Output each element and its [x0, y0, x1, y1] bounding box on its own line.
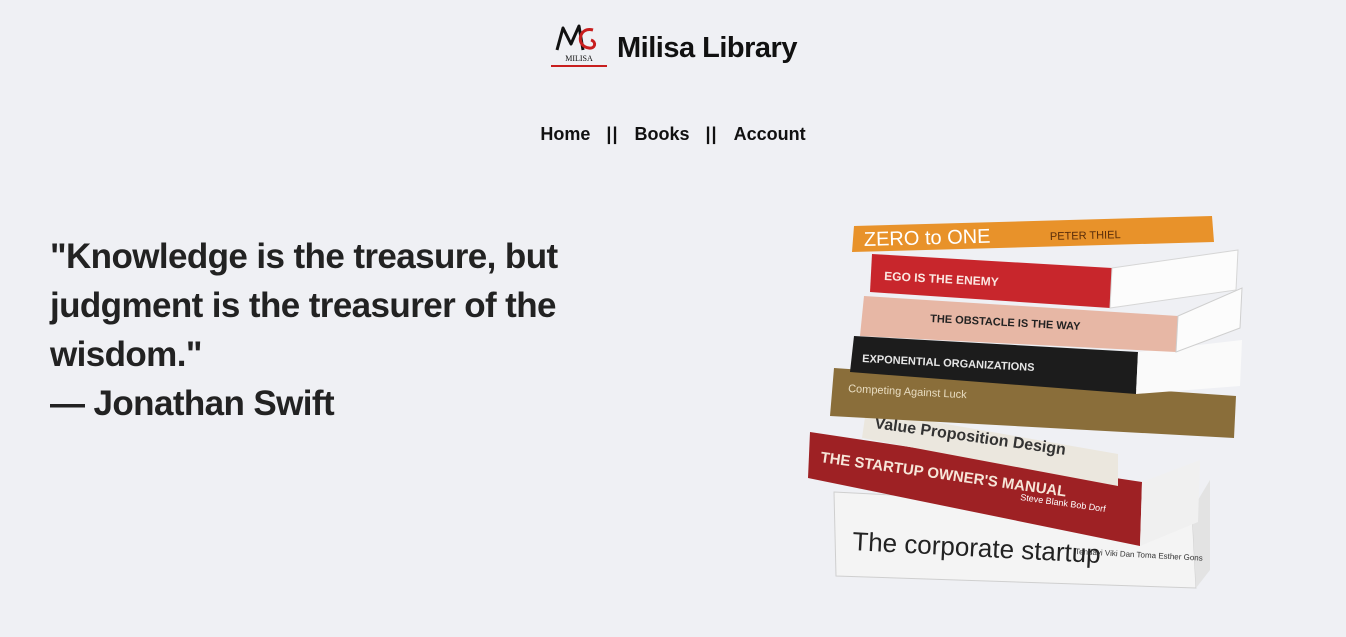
quote-text: "Knowledge is the treasure, but judgment…: [50, 237, 558, 374]
nav-separator: ||: [606, 124, 619, 144]
quote-author: — Jonathan Swift: [50, 384, 335, 423]
book-ego-is-the-enemy: EGO IS THE ENEMY: [870, 249, 1239, 309]
main-nav: Home || Books || Account: [0, 124, 1346, 145]
milisa-logo: MILISA: [551, 24, 608, 67]
book-stack-image: The corporate startup Tendayi Viki Dan T…: [808, 216, 1243, 589]
svg-text:MILISA: MILISA: [565, 54, 593, 63]
nav-separator: ||: [705, 124, 718, 144]
book-author: PETER THIEL: [1050, 229, 1121, 243]
site-header: MILISA Milisa Library: [0, 20, 1346, 72]
nav-account[interactable]: Account: [734, 124, 806, 145]
brand[interactable]: MILISA Milisa Library: [549, 20, 797, 72]
hero-quote: "Knowledge is the treasure, but judgment…: [50, 232, 590, 428]
nav-home[interactable]: Home: [540, 124, 590, 145]
book-title: ZERO to ONE: [864, 226, 991, 251]
page: MILISA Milisa Library Home || Books || A…: [0, 0, 1346, 637]
book-zero-to-one: ZERO to ONE PETER THIEL: [852, 216, 1214, 252]
nav-books[interactable]: Books: [635, 124, 690, 145]
site-title: Milisa Library: [617, 31, 797, 64]
